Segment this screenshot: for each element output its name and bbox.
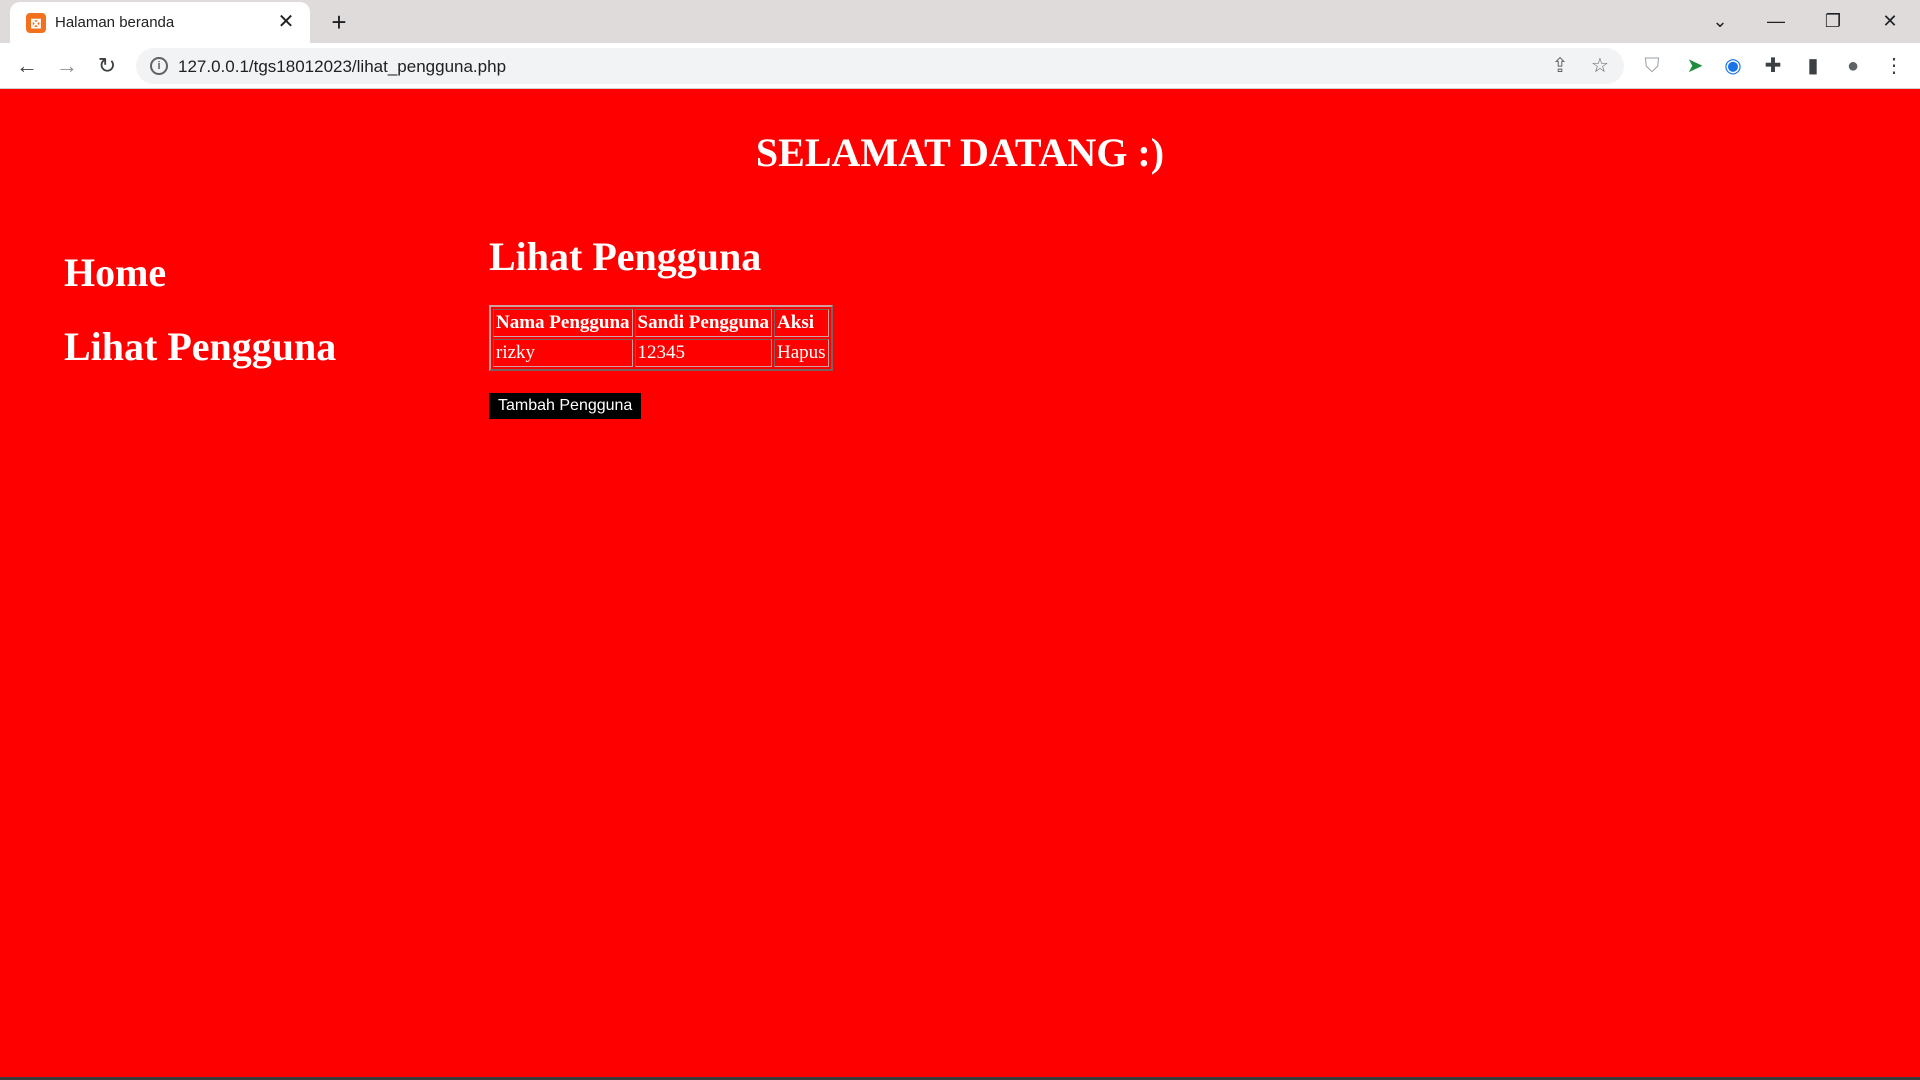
delete-link[interactable]: Hapus [774, 339, 829, 367]
sidebar-nav: Home Lihat Pengguna [64, 251, 336, 399]
shield-extension-icon[interactable]: ⛉ [1638, 52, 1666, 80]
sidebar-item-lihat-pengguna[interactable]: Lihat Pengguna [64, 325, 336, 369]
column-header-nama: Nama Pengguna [493, 309, 633, 337]
menu-dots-icon[interactable]: ⋮ [1880, 52, 1908, 80]
xampp-favicon-icon: ⊠ [26, 13, 46, 33]
new-tab-button[interactable]: + [324, 7, 354, 37]
profile-avatar[interactable]: ● [1839, 52, 1867, 80]
page-content: SELAMAT DATANG :) Home Lihat Pengguna Li… [0, 89, 1920, 1079]
extension-on-icon[interactable]: ➤ [1681, 52, 1709, 80]
welcome-heading: SELAMAT DATANG :) [755, 130, 1165, 175]
table-row: rizky 12345 Hapus [493, 339, 829, 367]
back-arrow-icon[interactable]: ← [13, 52, 41, 80]
cell-username: rizky [493, 339, 633, 367]
add-user-button[interactable]: Tambah Pengguna [489, 393, 642, 419]
info-icon[interactable]: i [150, 57, 168, 75]
main-content: Lihat Pengguna Nama Pengguna Sandi Pengg… [489, 235, 833, 419]
column-header-aksi: Aksi [774, 309, 829, 337]
column-header-sandi: Sandi Pengguna [634, 309, 773, 337]
share-icon[interactable]: ⇪ [1548, 54, 1572, 78]
close-window-button[interactable]: ✕ [1870, 6, 1910, 36]
cell-password: 12345 [634, 339, 773, 367]
tab-search-dropdown-icon[interactable]: ⌄ [1700, 6, 1740, 36]
edge-extension-icon[interactable]: ◉ [1719, 52, 1747, 80]
reload-icon[interactable]: ↻ [93, 52, 121, 80]
browser-toolbar: ← → ↻ i 127.0.0.1/tgs18012023/lihat_peng… [0, 43, 1920, 89]
sidebar-icon[interactable]: ▮ [1799, 52, 1827, 80]
restore-button[interactable]: ❐ [1813, 6, 1853, 36]
tab-close-icon[interactable]: ✕ [274, 10, 298, 34]
minimize-button[interactable]: — [1756, 6, 1796, 36]
table-header-row: Nama Pengguna Sandi Pengguna Aksi [493, 309, 829, 337]
page-title: Lihat Pengguna [489, 234, 762, 279]
forward-arrow-icon[interactable]: → [53, 52, 81, 80]
browser-tab[interactable]: ⊠ Halaman beranda ✕ [10, 2, 310, 43]
tab-title: Halaman beranda [55, 14, 175, 31]
puzzle-icon[interactable]: ✚ [1759, 52, 1787, 80]
browser-tab-bar: ⊠ Halaman beranda ✕ + ⌄ — ❐ ✕ [0, 0, 1920, 43]
users-table: Nama Pengguna Sandi Pengguna Aksi rizky … [489, 305, 833, 371]
url-text[interactable]: 127.0.0.1/tgs18012023/lihat_pengguna.php [178, 57, 506, 77]
star-icon[interactable]: ☆ [1588, 54, 1612, 78]
sidebar-item-home[interactable]: Home [64, 251, 336, 295]
address-bar[interactable]: i 127.0.0.1/tgs18012023/lihat_pengguna.p… [136, 48, 1624, 84]
